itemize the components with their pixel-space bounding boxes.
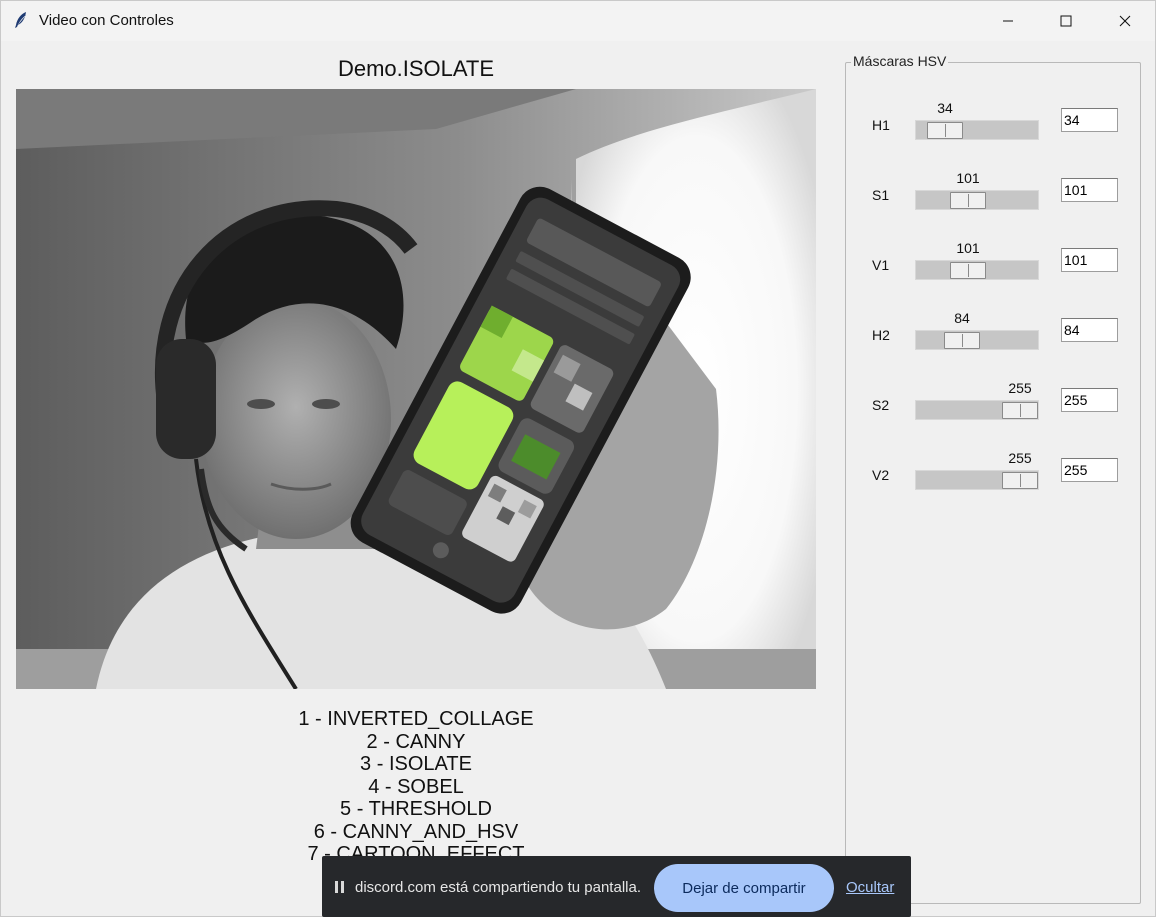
panel-title: Máscaras HSV xyxy=(851,53,949,69)
slider-track[interactable] xyxy=(915,120,1039,140)
slider-row-v1: V1 101 xyxy=(845,240,1141,280)
minimize-button[interactable] xyxy=(979,1,1037,41)
demo-title: Demo.ISOLATE xyxy=(337,56,495,81)
slider-label: S1 xyxy=(872,187,890,203)
value-entry[interactable] xyxy=(1061,248,1118,272)
slider-track[interactable] xyxy=(915,400,1039,420)
share-message: discord.com está compartiendo tu pantall… xyxy=(355,879,641,896)
menu-line: 1 - INVERTED_COLLAGE xyxy=(298,708,534,730)
menu-line: 3 - ISOLATE xyxy=(360,753,472,775)
slider-track[interactable] xyxy=(915,260,1039,280)
value-entry[interactable] xyxy=(1061,458,1118,482)
slider-label: S2 xyxy=(872,397,890,413)
window-title: Video con Controles xyxy=(39,12,174,29)
slider-label: V1 xyxy=(872,257,890,273)
close-icon xyxy=(1119,15,1131,27)
slider-row-h1: H1 34 xyxy=(845,100,1141,140)
slider-value: 255 xyxy=(1008,380,1032,396)
menu-line: 4 - SOBEL xyxy=(368,775,464,798)
slider-row-v2: V2 255 xyxy=(845,450,1141,490)
title-bar[interactable]: Video con Controles xyxy=(1,1,1155,41)
slider-thumb[interactable] xyxy=(950,192,986,209)
slider-track[interactable] xyxy=(915,190,1039,210)
close-button[interactable] xyxy=(1096,1,1154,41)
slider-label: H2 xyxy=(872,327,890,343)
feather-icon xyxy=(15,12,26,28)
slider-thumb[interactable] xyxy=(950,262,986,279)
value-entry[interactable] xyxy=(1061,108,1118,132)
value-entry[interactable] xyxy=(1061,178,1118,202)
screen-share-bar: discord.com está compartiendo tu pantall… xyxy=(322,856,911,917)
slider-value: 101 xyxy=(956,240,980,256)
hide-link[interactable]: Ocultar xyxy=(846,879,894,896)
slider-label: H1 xyxy=(872,117,890,133)
slider-track[interactable] xyxy=(915,330,1039,350)
minimize-icon xyxy=(1003,20,1013,22)
slider-thumb[interactable] xyxy=(927,122,963,139)
slider-thumb[interactable] xyxy=(1002,402,1038,419)
menu-line: 5 - THRESHOLD xyxy=(340,798,492,820)
slider-value: 255 xyxy=(1008,450,1032,466)
slider-thumb[interactable] xyxy=(1002,472,1038,489)
menu-line: 6 - CANNY_AND_HSV xyxy=(313,820,519,843)
slider-track[interactable] xyxy=(915,470,1039,490)
slider-value: 34 xyxy=(937,100,953,116)
slider-value: 101 xyxy=(956,170,980,186)
value-entry[interactable] xyxy=(1061,318,1118,342)
menu-line: 2 - CANNY xyxy=(366,730,466,753)
webcam-image xyxy=(16,89,816,689)
slider-value: 84 xyxy=(954,310,970,326)
slider-label: V2 xyxy=(872,467,890,483)
slider-row-s2: S2 255 xyxy=(845,380,1141,420)
value-entry[interactable] xyxy=(1061,388,1118,412)
slider-thumb[interactable] xyxy=(944,332,980,349)
pause-icon xyxy=(335,881,345,893)
video-frame xyxy=(16,89,816,689)
maximize-icon xyxy=(1060,15,1072,27)
slider-row-h2: H2 84 xyxy=(845,310,1141,350)
slider-row-s1: S1 101 xyxy=(845,170,1141,210)
stop-sharing-button[interactable]: Dejar de compartir xyxy=(654,864,834,912)
maximize-button[interactable] xyxy=(1037,1,1095,41)
